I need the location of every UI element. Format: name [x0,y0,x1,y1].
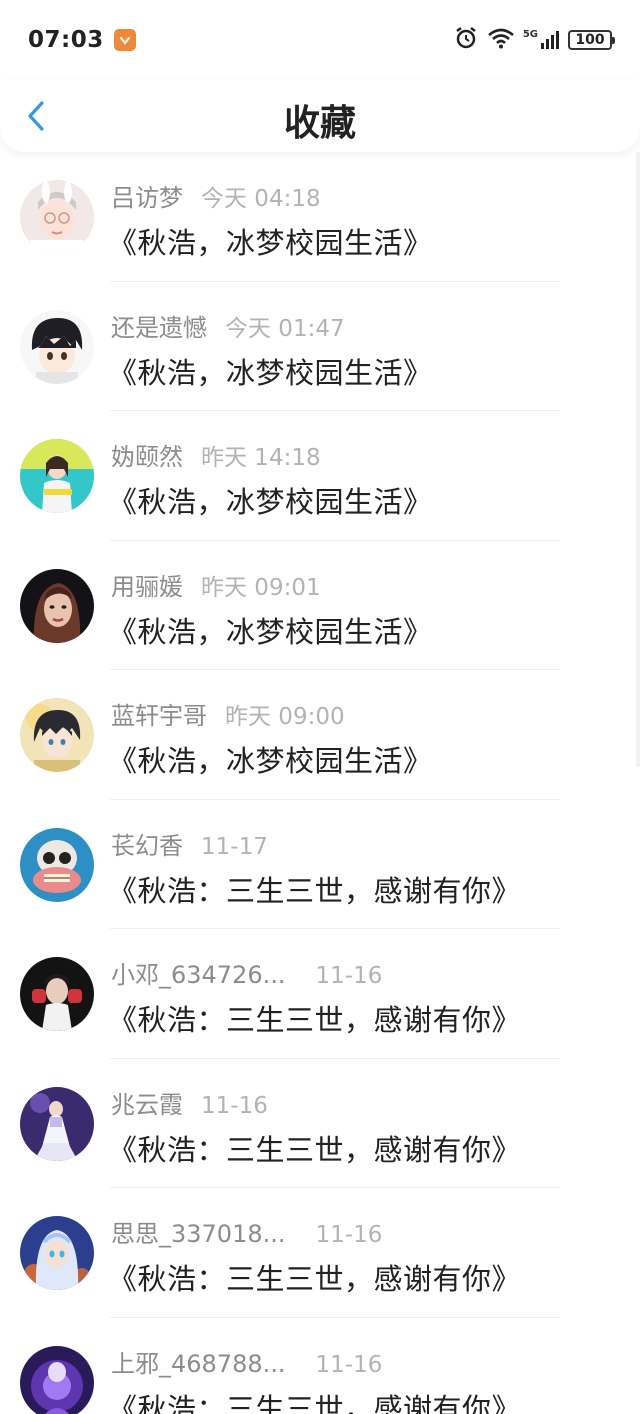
timestamp: 今天 04:18 [201,186,321,212]
favorites-screen: 07:03 5G 100 收藏 吕访梦 今天 04:18 《秋浩，冰梦校园生活》… [0,0,640,1414]
timestamp: 11-16 [315,1222,383,1248]
battery-level: 100 [575,32,605,48]
timestamp: 11-16 [315,1351,383,1378]
story-title: 《秋浩：三生三世，感谢有你》 [108,873,522,908]
item-meta: 用骊媛 昨天 09:01 [111,567,321,602]
story-title: 《秋浩，冰梦校园生活》 [108,485,433,519]
avatar [20,309,94,384]
story-title: 《秋浩，冰梦校园生活》 [108,614,433,649]
username: 妫颐然 [111,443,183,471]
status-icons: 5G 100 [453,25,615,55]
timestamp: 11-16 [315,963,383,989]
list-item[interactable]: 上邪_468788... 11-16 《秋浩：三生三世，感谢有你》 [0,1318,640,1414]
avatar [20,1086,94,1161]
avatar [20,698,94,772]
username: 吕访梦 [111,184,183,212]
list-item[interactable]: 思思_337018... 11-16 《秋浩：三生三世，感谢有你》 [0,1188,640,1318]
list-item[interactable]: 妫颐然 昨天 14:18 《秋浩，冰梦校园生活》 [0,411,640,541]
avatar [20,827,94,902]
list-item[interactable]: 还是遗憾 今天 01:47 《秋浩，冰梦校园生活》 [0,282,640,412]
status-time: 07:03 [28,27,104,53]
username: 小邓_634726... [111,961,286,989]
story-title: 《秋浩：三生三世，感谢有你》 [108,1132,522,1167]
item-meta: 苌幻香 11-17 [111,826,268,861]
nav-header: 收藏 [0,80,640,152]
avatar [20,1216,94,1290]
item-meta: 蓝轩宇哥 昨天 09:00 [111,696,345,731]
wifi-icon [487,27,515,53]
page-title: 收藏 [283,103,356,144]
list-item[interactable]: 用骊媛 昨天 09:01 《秋浩，冰梦校园生活》 [0,541,640,671]
item-meta: 吕访梦 今天 04:18 [111,178,321,213]
item-meta: 思思_337018... 11-16 [111,1214,382,1249]
story-title: 《秋浩：三生三世，感谢有你》 [108,1262,522,1296]
username: 上邪_468788... [111,1349,286,1378]
alarm-icon [453,25,479,55]
signal-icon: 5G [523,30,560,50]
favorites-list: 吕访梦 今天 04:18 《秋浩，冰梦校园生活》 还是遗憾 今天 01:47 《… [0,152,640,1414]
avatar [20,957,94,1031]
timestamp: 11-17 [201,833,268,860]
avatar [20,1345,94,1414]
timestamp: 今天 01:47 [225,315,345,342]
username: 兆云霞 [111,1090,183,1119]
story-title: 《秋浩，冰梦校园生活》 [108,226,433,260]
story-title: 《秋浩：三生三世，感谢有你》 [108,1003,522,1037]
timestamp: 昨天 09:01 [201,574,321,601]
status-bar: 07:03 5G 100 [0,0,640,80]
item-meta: 兆云霞 11-16 [111,1085,268,1120]
list-item[interactable]: 苌幻香 11-17 《秋浩：三生三世，感谢有你》 [0,800,640,930]
list-item[interactable]: 兆云霞 11-16 《秋浩：三生三世，感谢有你》 [0,1059,640,1189]
username: 还是遗憾 [111,313,207,342]
story-title: 《秋浩，冰梦校园生活》 [108,355,433,390]
avatar [20,180,94,254]
list-item[interactable]: 吕访梦 今天 04:18 《秋浩，冰梦校园生活》 [0,152,640,282]
item-meta: 小邓_634726... 11-16 [111,955,382,990]
story-title: 《秋浩，冰梦校园生活》 [108,744,433,778]
item-meta: 妫颐然 昨天 14:18 [111,437,321,472]
item-meta: 上邪_468788... 11-16 [111,1344,382,1379]
list-item[interactable]: 小邓_634726... 11-16 《秋浩：三生三世，感谢有你》 [0,929,640,1059]
battery-icon: 100 [568,30,615,50]
timestamp: 11-16 [201,1092,268,1119]
app-badge-icon [113,29,136,51]
item-meta: 还是遗憾 今天 01:47 [111,308,345,343]
timestamp: 昨天 09:00 [225,704,345,730]
username: 蓝轩宇哥 [111,702,207,730]
network-type: 5G [522,29,538,40]
avatar [20,439,94,513]
story-title: 《秋浩：三生三世，感谢有你》 [108,1391,522,1414]
username: 思思_337018... [111,1220,286,1248]
username: 苌幻香 [111,831,183,860]
avatar [20,568,94,643]
username: 用骊媛 [111,572,183,601]
list-item[interactable]: 蓝轩宇哥 昨天 09:00 《秋浩，冰梦校园生活》 [0,670,640,800]
timestamp: 昨天 14:18 [201,445,321,471]
